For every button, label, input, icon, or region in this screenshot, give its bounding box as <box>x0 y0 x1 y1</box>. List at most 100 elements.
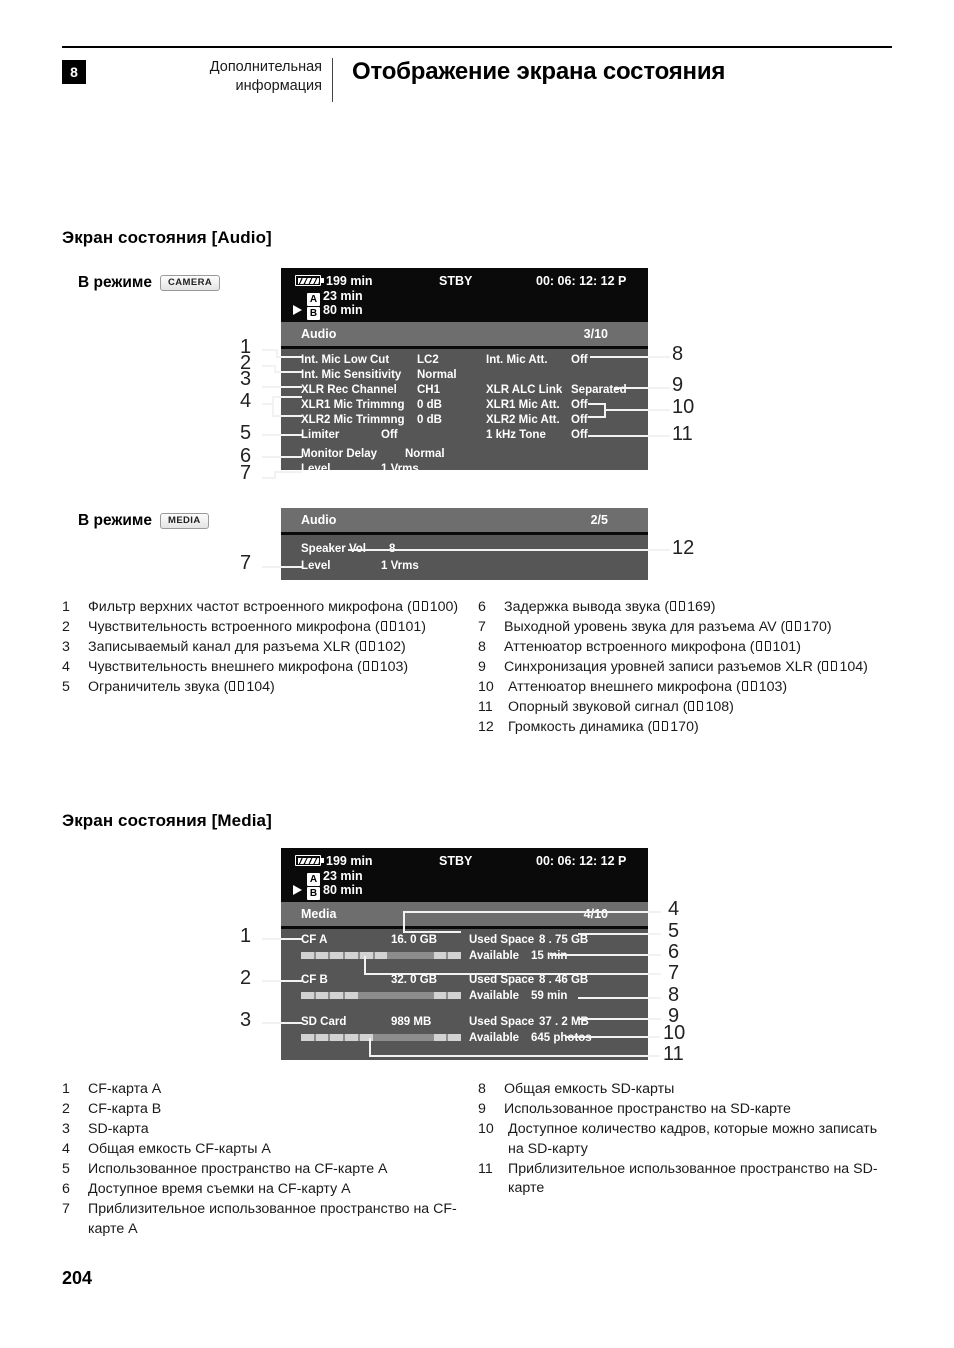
leader-4-v <box>272 396 274 416</box>
legend-item: 3 SD-карта <box>62 1120 472 1140</box>
book-icon <box>229 681 245 692</box>
legend-number: 3 <box>62 639 70 655</box>
legend-number: 12 <box>478 719 494 735</box>
audio-media-title-bar: Audio 2/5 <box>281 508 648 532</box>
row-int-mic-att-label: Int. Mic Att. <box>486 354 548 366</box>
legend-item: 11 Опорный звуковой сигнал (108) <box>478 698 898 718</box>
card-a-time: 23 min <box>323 289 363 303</box>
leader-m10 <box>565 1036 660 1038</box>
row-level-label: Level <box>301 463 331 475</box>
row-int-mic-att-value: Off <box>571 354 588 366</box>
rec-state: STBY <box>439 274 473 288</box>
callout-7b: 7 <box>240 552 252 574</box>
legend-page: 170 <box>670 719 694 735</box>
legend-text: Записываемый канал для разъема XLR ( <box>88 639 360 655</box>
legend-number: 4 <box>62 1141 70 1157</box>
legend-item: 1 CF-карта A <box>62 1080 472 1100</box>
battery-time: 199 min <box>326 274 373 288</box>
leader-10-h-bot <box>588 416 606 418</box>
book-icon <box>741 681 757 692</box>
row-xlr-rec-channel-value: CH1 <box>417 384 441 396</box>
row-int-mic-low-cut-label: Int. Mic Low Cut <box>301 354 390 366</box>
audio-camera-title: Audio <box>301 327 337 341</box>
callout-m6: 6 <box>668 941 680 963</box>
media-row-1-name: CF B <box>301 974 328 986</box>
legend-text: Синхронизация уровней записи разъемов XL… <box>504 659 822 675</box>
legend-text: Опорный звуковой сигнал ( <box>508 699 688 715</box>
legend-text: Использованное пространство на SD-карте <box>504 1101 791 1117</box>
page-header: 8 Дополнительная информация Отображение … <box>62 46 892 108</box>
leader-m2 <box>262 980 302 982</box>
row-1khz-tone-value: Off <box>571 429 588 441</box>
media-row-0-used-value: 8 . 75 GB <box>539 934 589 946</box>
section-heading-media: Экран состояния [Media] <box>62 811 272 830</box>
header-rule <box>62 46 892 48</box>
audio-camera-status-screen: 199 min STBY 00: 06: 12: 12 P A 23 min B8… <box>281 268 648 475</box>
chapter-number-badge: 8 <box>62 60 86 84</box>
row-monitor-delay-value: Normal <box>405 448 445 460</box>
legend-text: Общая емкость SD-карты <box>504 1081 675 1097</box>
row-int-mic-sensitivity-value: Normal <box>417 369 457 381</box>
callout-3: 3 <box>240 368 252 390</box>
legend-text: CF-карта A <box>88 1081 162 1097</box>
audio-legend-right: 6 Задержка вывода звука (169) 7 Выходной у… <box>478 598 898 738</box>
page-number: 204 <box>62 1268 93 1288</box>
row-xlr2-mic-trim-value: 0 dB <box>417 414 442 426</box>
legend-number: 9 <box>478 659 486 675</box>
legend-number: 4 <box>62 659 70 675</box>
legend-text: Выходной уровень звука для разъема AV ( <box>504 619 786 635</box>
media-row-1-capacity: 32. 0 GB <box>391 974 438 986</box>
row-media-level-label: Level <box>301 560 331 572</box>
row-int-mic-sensitivity-label: Int. Mic Sensitivity <box>301 369 402 381</box>
audio-legend-left: 1 Фильтр верхних частот встроенного микро… <box>62 598 472 698</box>
legend-text: Общая емкость CF-карты A <box>88 1141 271 1157</box>
media-legend-left: 1 CF-карта A 2 CF-карта B 3 SD-карта 4 Общая… <box>62 1080 472 1240</box>
legend-text: SD-карта <box>88 1121 149 1137</box>
media-row-2-avail-label: Available <box>469 1032 520 1044</box>
legend-item: 7 Выходной уровень звука для разъема AV (… <box>478 618 898 638</box>
legend-item: 2 Чувствительность встроенного микрофона … <box>62 618 472 638</box>
leader-10-h-out <box>604 409 670 411</box>
header-separator <box>332 58 333 102</box>
row-1khz-tone-label: 1 kHz Tone <box>486 429 546 441</box>
mode-badge-media: MEDIA <box>160 513 209 529</box>
row-monitor-delay-label: Monitor Delay <box>301 448 378 460</box>
legend-page: 104 <box>839 659 864 675</box>
mode-badge-camera: CAMERA <box>160 275 221 291</box>
book-icon <box>688 701 704 712</box>
legend-item: 8 Аттенюатор встроенного микрофона (101) <box>478 638 898 658</box>
callout-m8: 8 <box>668 984 680 1006</box>
row-limiter-label: Limiter <box>301 429 340 441</box>
callout-7: 7 <box>240 462 252 484</box>
media-title-bar: Media 4/10 <box>281 902 648 926</box>
callout-5: 5 <box>240 422 252 444</box>
row-xlr1-mic-trim-value: 0 dB <box>417 399 442 411</box>
legend-number: 2 <box>62 1101 70 1117</box>
leader-m5 <box>578 933 661 935</box>
leader-m4-v <box>403 912 405 932</box>
leader-m4-h <box>403 911 661 913</box>
callout-m3: 3 <box>240 1009 252 1031</box>
media-row-1-used-value: 8 . 46 GB <box>539 974 589 986</box>
legend-item: 5 Ограничитель звука (104) <box>62 678 472 698</box>
legend-item: 6 Доступное время съемки на CF-карту A <box>62 1180 472 1200</box>
legend-text: Аттенюатор встроенного микрофона ( <box>504 639 755 655</box>
media-row-1-avail-label: Available <box>469 990 520 1002</box>
leader-4-h-top <box>272 396 302 398</box>
leader-7b <box>262 566 302 568</box>
legend-item: 9 Синхронизация уровней записи разъемов X… <box>478 658 898 678</box>
media-body: CF A 16. 0 GB Used Space 8 . 75 GB Avail… <box>281 929 648 1060</box>
legend-item: 2 CF-карта B <box>62 1100 472 1120</box>
row-xlr1-mic-trim-label: XLR1 Mic Trimmng <box>301 399 405 411</box>
media-row-0-capacity: 16. 0 GB <box>391 934 438 946</box>
page-title: Отображение экрана состояния <box>352 58 726 85</box>
row-xlr-rec-channel-label: XLR Rec Channel <box>301 384 397 396</box>
card-b-icon: B <box>307 887 320 900</box>
callout-m10: 10 <box>663 1022 686 1044</box>
row-xlr1-mic-att-label: XLR1 Mic Att. <box>486 399 560 411</box>
callout-m11: 11 <box>663 1043 684 1065</box>
legend-number: 6 <box>62 1181 70 1197</box>
callout-m7: 7 <box>668 962 680 984</box>
media-page-indicator: 4/10 <box>583 907 608 921</box>
legend-text: Доступное количество кадров, которые мож… <box>508 1121 878 1157</box>
